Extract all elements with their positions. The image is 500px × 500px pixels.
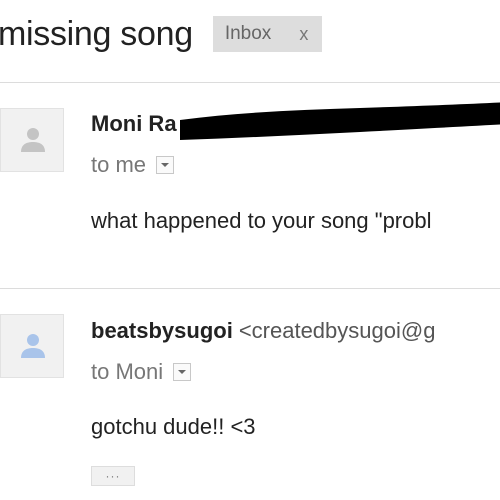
sender-email: <createdbysugoi@g [238, 318, 436, 343]
remove-label-icon[interactable]: x [299, 24, 308, 45]
show-trimmed-content-button[interactable]: ··· [91, 466, 135, 486]
recipient-text: to Moni [91, 359, 164, 384]
chevron-down-icon [178, 370, 187, 374]
person-icon [21, 334, 45, 358]
sender-line[interactable]: beatsbysugoi <createdbysugoi@g [91, 318, 435, 344]
sender-name: beatsbysugoi [91, 318, 233, 343]
message-body: what happened to your song "probl [91, 208, 432, 233]
recipient-row: to me [91, 152, 175, 178]
sender-avatar [0, 108, 64, 172]
message-divider [0, 288, 500, 289]
person-icon [21, 128, 45, 152]
email-thread-view: missing song Inbox x Moni Ra to me what … [0, 0, 500, 500]
sender-name[interactable]: Moni Ra [91, 111, 177, 137]
details-dropdown-button[interactable] [156, 156, 175, 174]
recipient-text: to me [91, 152, 147, 177]
inbox-label-chip[interactable]: Inbox x [212, 16, 323, 52]
thread-subject: missing song [0, 14, 193, 53]
inbox-label-text: Inbox [224, 23, 272, 44]
sender-avatar [0, 314, 64, 378]
thread-header: missing song Inbox x [0, 8, 500, 60]
chevron-down-icon [161, 163, 170, 167]
redaction-mark [180, 102, 500, 140]
header-divider [0, 82, 500, 83]
recipient-row: to Moni [91, 359, 192, 385]
message-body: gotchu dude!! <3 [91, 414, 256, 439]
details-dropdown-button[interactable] [173, 363, 192, 381]
